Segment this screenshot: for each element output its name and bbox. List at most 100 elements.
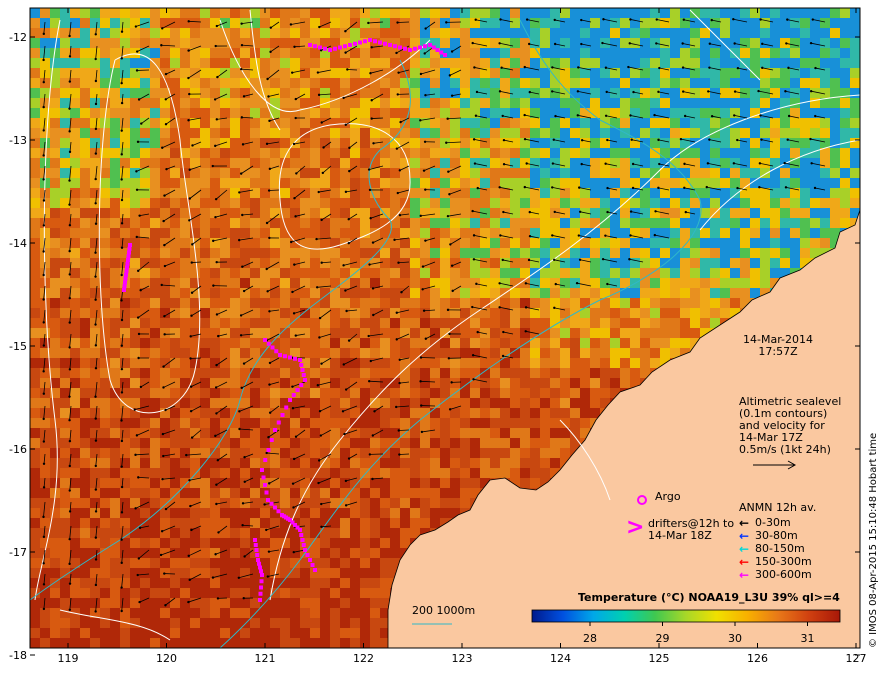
sst-cell (810, 58, 820, 68)
sst-cell (60, 458, 70, 468)
sst-cell (560, 238, 570, 248)
sst-cell (60, 258, 70, 268)
sst-cell (180, 188, 190, 198)
sst-cell (840, 98, 850, 108)
sst-cell (280, 8, 290, 18)
sst-cell (420, 158, 430, 168)
sst-cell (360, 348, 370, 358)
sst-cell (200, 168, 210, 178)
sst-cell (510, 158, 520, 168)
sst-cell (260, 138, 270, 148)
sst-cell (120, 108, 130, 118)
sst-cell (210, 248, 220, 258)
sst-cell (620, 348, 630, 358)
sst-cell (230, 68, 240, 78)
sst-cell (30, 538, 40, 548)
sst-cell (600, 178, 610, 188)
sst-cell (150, 518, 160, 528)
sst-cell (70, 28, 80, 38)
sst-cell (280, 238, 290, 248)
sst-cell (590, 28, 600, 38)
sst-cell (220, 578, 230, 588)
sst-cell (210, 588, 220, 598)
sst-cell (320, 58, 330, 68)
sst-cell (430, 78, 440, 88)
sst-cell (560, 108, 570, 118)
sst-cell (460, 198, 470, 208)
sst-cell (630, 148, 640, 158)
sst-cell (550, 28, 560, 38)
sst-cell (430, 408, 440, 418)
sst-cell (170, 378, 180, 388)
sst-cell (400, 418, 410, 428)
sst-cell (290, 198, 300, 208)
sst-cell (200, 298, 210, 308)
sst-cell (30, 8, 40, 18)
sst-cell (340, 58, 350, 68)
sst-cell (310, 28, 320, 38)
sst-cell (330, 168, 340, 178)
sst-cell (270, 208, 280, 218)
sst-cell (380, 538, 390, 548)
sst-cell (700, 258, 710, 268)
sst-cell (120, 548, 130, 558)
sst-cell (130, 568, 140, 578)
sst-cell (90, 108, 100, 118)
sst-cell (100, 538, 110, 548)
sst-cell (260, 178, 270, 188)
sst-cell (790, 178, 800, 188)
sst-cell (220, 458, 230, 468)
sst-cell (740, 48, 750, 58)
sst-cell (590, 208, 600, 218)
sst-cell (460, 268, 470, 278)
sst-cell (200, 188, 210, 198)
sst-cell (410, 118, 420, 128)
sst-cell (470, 78, 480, 88)
sst-cell (110, 478, 120, 488)
sst-cell (70, 598, 80, 608)
sst-cell (600, 308, 610, 318)
sst-cell (710, 168, 720, 178)
sst-cell (320, 438, 330, 448)
sst-cell (240, 198, 250, 208)
sst-cell (590, 288, 600, 298)
sst-cell (510, 108, 520, 118)
sst-cell (110, 358, 120, 368)
sst-cell (350, 298, 360, 308)
sst-cell (320, 108, 330, 118)
sst-cell (380, 48, 390, 58)
sst-cell (80, 438, 90, 448)
sst-cell (150, 98, 160, 108)
sst-cell (330, 298, 340, 308)
sst-cell (440, 268, 450, 278)
sst-cell (140, 258, 150, 268)
sst-cell (330, 68, 340, 78)
sst-cell (390, 508, 400, 518)
sst-cell (190, 448, 200, 458)
sst-cell (360, 48, 370, 58)
sst-cell (310, 598, 320, 608)
sst-cell (230, 108, 240, 118)
sst-cell (510, 198, 520, 208)
sst-cell (120, 168, 130, 178)
sst-cell (560, 418, 570, 428)
sst-cell (450, 298, 460, 308)
sst-cell (40, 388, 50, 398)
sst-cell (620, 218, 630, 228)
sst-cell (720, 228, 730, 238)
sst-cell (320, 78, 330, 88)
sst-cell (440, 428, 450, 438)
sst-cell (400, 388, 410, 398)
sst-cell (190, 38, 200, 48)
sst-cell (90, 308, 100, 318)
sst-cell (710, 38, 720, 48)
sst-cell (170, 338, 180, 348)
sst-cell (160, 208, 170, 218)
sst-cell (270, 268, 280, 278)
sst-cell (360, 338, 370, 348)
sst-cell (340, 108, 350, 118)
sst-cell (230, 388, 240, 398)
sst-cell (400, 18, 410, 28)
sst-cell (180, 58, 190, 68)
sst-cell (280, 308, 290, 318)
